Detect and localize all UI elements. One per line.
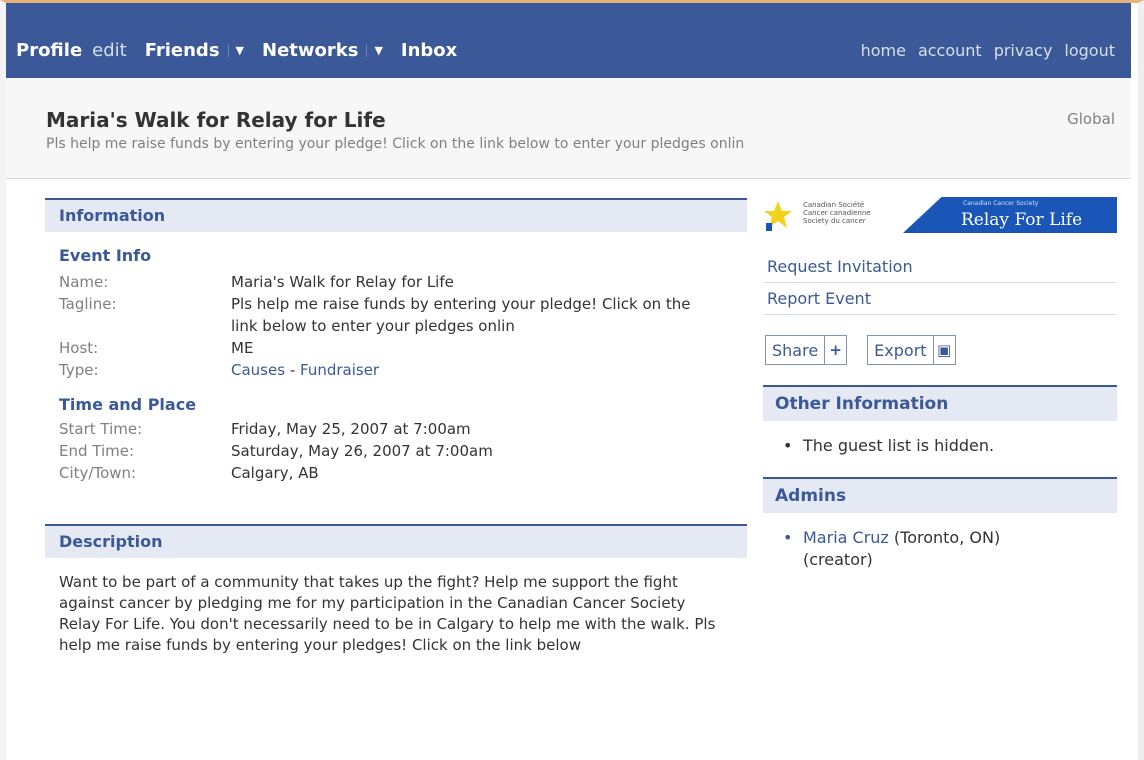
event-info-list: Name: Maria's Walk for Relay for Life Ta… bbox=[45, 271, 747, 381]
link-logout[interactable]: logout bbox=[1064, 41, 1115, 60]
list-item: • The guest list is hidden. bbox=[783, 435, 1117, 457]
admin-role: (creator) bbox=[803, 550, 873, 569]
other-information-heading: Other Information bbox=[763, 385, 1117, 421]
nav-inbox[interactable]: Inbox bbox=[401, 40, 457, 61]
info-value: Causes - Fundraiser bbox=[231, 359, 711, 381]
bullet-icon: • bbox=[783, 528, 793, 547]
info-value: Saturday, May 26, 2007 at 7:00am bbox=[231, 442, 493, 460]
plus-icon: + bbox=[824, 336, 846, 364]
page-title: Maria's Walk for Relay for Life bbox=[46, 108, 386, 132]
info-row-tagline: Tagline: Pls help me raise funds by ente… bbox=[59, 293, 747, 337]
share-label: Share bbox=[772, 340, 819, 360]
network-scope: Global bbox=[1067, 110, 1115, 128]
admins-heading: Admins bbox=[763, 477, 1117, 513]
org-name: Canadian Société Cancer canadienne Socie… bbox=[803, 201, 871, 225]
link-account[interactable]: account bbox=[918, 41, 982, 60]
export-button[interactable]: Export ▣ bbox=[867, 335, 956, 365]
link-privacy[interactable]: privacy bbox=[994, 41, 1053, 60]
info-value: Maria's Walk for Relay for Life bbox=[231, 273, 454, 291]
info-row-name: Name: Maria's Walk for Relay for Life bbox=[59, 271, 747, 293]
sidebar: Canadian Société Cancer canadienne Socie… bbox=[763, 197, 1117, 571]
relay-for-life-banner: Canadian Société Cancer canadienne Socie… bbox=[763, 197, 1117, 233]
type-category-link[interactable]: Causes bbox=[231, 361, 285, 379]
time-place-list: Start Time: Friday, May 25, 2007 at 7:00… bbox=[45, 418, 747, 484]
event-info-heading: Event Info bbox=[59, 246, 152, 265]
description-text: Want to be part of a community that take… bbox=[59, 573, 716, 654]
main-column: Information Event Info Name: Maria's Wal… bbox=[45, 198, 747, 656]
event-actions: Request Invitation Report Event bbox=[763, 251, 1117, 315]
info-value: Pls help me raise funds by entering your… bbox=[231, 295, 691, 335]
time-place-heading: Time and Place bbox=[59, 395, 197, 414]
info-label: Start Time: bbox=[59, 420, 143, 438]
main-nav: Profile edit Friends ▼ Networks ▼ Inbox bbox=[16, 37, 475, 63]
guest-list-note: The guest list is hidden. bbox=[803, 436, 995, 455]
chevron-down-icon[interactable]: ▼ bbox=[227, 43, 244, 57]
time-row-city: City/Town: Calgary, AB bbox=[59, 462, 747, 484]
info-label: End Time: bbox=[59, 442, 135, 460]
info-row-type: Type: Causes - Fundraiser bbox=[59, 359, 747, 381]
share-button[interactable]: Share + bbox=[765, 335, 848, 365]
info-label: Type: bbox=[59, 361, 99, 379]
nav-profile[interactable]: Profile bbox=[16, 40, 82, 61]
information-heading: Information bbox=[45, 198, 747, 232]
request-invitation-link[interactable]: Request Invitation bbox=[763, 251, 1117, 283]
org-line: Cancer canadienne bbox=[803, 209, 871, 217]
share-export-buttons: Share + Export ▣ bbox=[765, 335, 1117, 365]
calendar-icon: ▣ bbox=[932, 336, 955, 364]
event-tagline: Pls help me raise funds by entering your… bbox=[46, 136, 745, 152]
nav-networks[interactable]: Networks ▼ bbox=[262, 40, 383, 61]
info-label: Tagline: bbox=[59, 295, 117, 313]
description-heading: Description bbox=[45, 524, 747, 558]
info-value: ME bbox=[231, 339, 254, 357]
info-label: Host: bbox=[59, 339, 99, 357]
info-value: Calgary, AB bbox=[231, 464, 319, 482]
account-links: home account privacy logout bbox=[849, 41, 1115, 60]
top-navigation-bar: Profile edit Friends ▼ Networks ▼ Inbox … bbox=[6, 3, 1131, 78]
type-subcategory-link[interactable]: Fundraiser bbox=[300, 361, 379, 379]
nav-edit[interactable]: edit bbox=[92, 40, 127, 61]
info-label: Name: bbox=[59, 273, 109, 291]
export-label: Export bbox=[874, 340, 927, 360]
banner-title: Relay For Life bbox=[961, 210, 1083, 230]
admin-item: • Maria Cruz (Toronto, ON) (creator) bbox=[783, 527, 1117, 571]
time-row-start: Start Time: Friday, May 25, 2007 at 7:00… bbox=[59, 418, 747, 440]
org-line: Society du cancer bbox=[803, 217, 866, 225]
daffodil-logo-icon bbox=[763, 197, 793, 233]
banner-tag: Canadian Cancer Society bbox=[963, 200, 1039, 207]
org-line: Canadian Société bbox=[803, 201, 865, 209]
admin-name-link[interactable]: Maria Cruz bbox=[803, 528, 889, 547]
nav-friends-label: Friends bbox=[144, 39, 220, 61]
admin-entry: Maria Cruz (Toronto, ON) (creator) bbox=[803, 527, 1033, 571]
type-separator: - bbox=[289, 361, 296, 379]
admin-location: (Toronto, ON) bbox=[893, 528, 1001, 547]
event-header: Maria's Walk for Relay for Life Pls help… bbox=[6, 78, 1131, 179]
link-home[interactable]: home bbox=[861, 41, 906, 60]
info-value: Friday, May 25, 2007 at 7:00am bbox=[231, 420, 471, 438]
bullet-icon: • bbox=[783, 436, 793, 455]
time-row-end: End Time: Saturday, May 26, 2007 at 7:00… bbox=[59, 440, 747, 462]
info-row-host: Host: ME bbox=[59, 337, 747, 359]
nav-networks-label: Networks bbox=[262, 39, 359, 61]
info-label: City/Town: bbox=[59, 464, 137, 482]
nav-friends[interactable]: Friends ▼ bbox=[145, 40, 244, 61]
report-event-link[interactable]: Report Event bbox=[763, 283, 1117, 315]
chevron-down-icon[interactable]: ▼ bbox=[366, 43, 383, 57]
